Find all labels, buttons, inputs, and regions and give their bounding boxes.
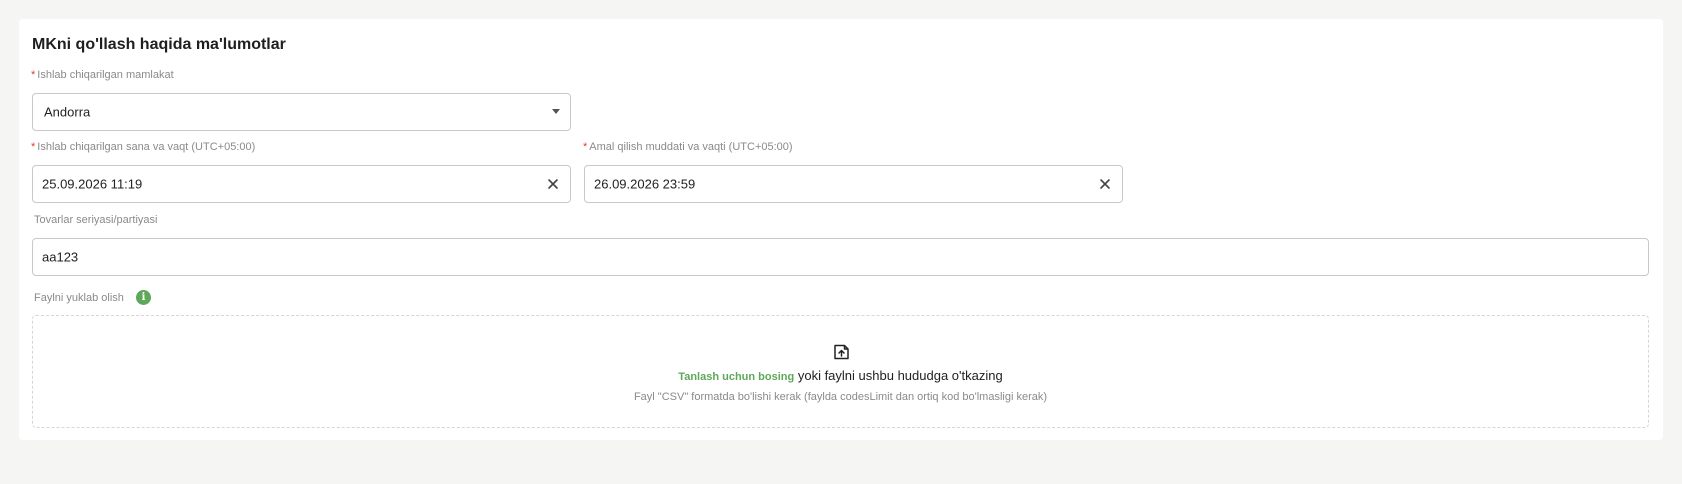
clear-icon[interactable] xyxy=(546,177,560,191)
dropzone-instruction: Tanlash uchun bosing yoki faylni ushbu h… xyxy=(33,368,1648,383)
manufactured-label-text: Ishlab chiqarilgan sana va vaqt (UTC+05:… xyxy=(37,141,256,153)
expiry-label-text: Amal qilish muddati va vaqti (UTC+05:00) xyxy=(589,141,793,153)
manufactured-datetime-input[interactable]: 25.09.2026 11:19 xyxy=(32,165,571,203)
country-select-value: Andorra xyxy=(44,104,91,120)
drop-text: yoki faylni ushbu hududga o'tkazing xyxy=(797,368,1003,383)
upload-label: Faylni yuklab olish xyxy=(34,292,124,304)
info-icon[interactable]: i xyxy=(136,290,151,305)
clear-icon[interactable] xyxy=(1098,177,1112,191)
batch-input[interactable]: aa123 xyxy=(32,238,1649,276)
dropzone-hint: Fayl "CSV" formatda bo'lishi kerak (fayl… xyxy=(633,391,1048,403)
file-dropzone[interactable]: Tanlash uchun bosing yoki faylni ushbu h… xyxy=(32,315,1649,428)
required-mark: * xyxy=(583,141,588,153)
manufactured-label: * Ishlab chiqarilgan sana va vaqt (UTC+05… xyxy=(31,141,255,153)
country-label: * Ishlab chiqarilgan mamlakat xyxy=(31,69,174,81)
manufactured-datetime-value: 25.09.2026 11:19 xyxy=(42,176,143,192)
info-card: MKni qo'llash haqida ma'lumotlar * Ishlab… xyxy=(19,19,1663,440)
country-label-text: Ishlab chiqarilgan mamlakat xyxy=(37,69,174,81)
section-title: MKni qo'llash haqida ma'lumotlar xyxy=(32,36,286,53)
required-mark: * xyxy=(31,141,36,153)
required-mark: * xyxy=(31,69,36,81)
batch-label: Tovarlar seriyasi/partiyasi xyxy=(34,214,158,226)
upload-icon xyxy=(833,344,849,360)
expiry-datetime-value: 26.09.2026 23:59 xyxy=(594,176,696,192)
country-select[interactable]: Andorra xyxy=(32,93,571,131)
batch-input-value: aa123 xyxy=(42,249,79,265)
expiry-datetime-input[interactable]: 26.09.2026 23:59 xyxy=(584,165,1123,203)
expiry-label: * Amal qilish muddati va vaqti (UTC+05:00… xyxy=(583,141,793,153)
browse-link[interactable]: Tanlash uchun bosing xyxy=(678,371,794,383)
chevron-down-icon[interactable] xyxy=(552,109,560,114)
